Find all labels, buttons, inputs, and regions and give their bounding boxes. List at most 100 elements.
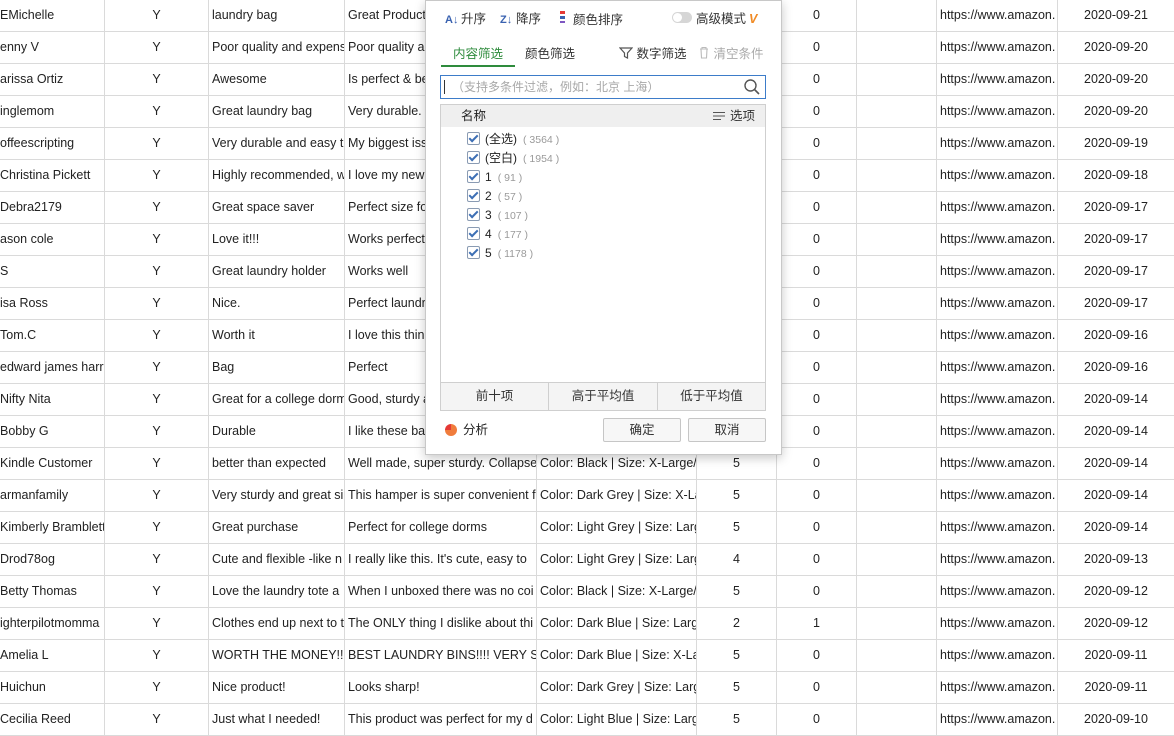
table-cell[interactable]: Y [105,576,209,607]
checkbox-checked-icon[interactable] [467,151,480,164]
table-cell[interactable]: 0 [777,320,857,351]
ok-button[interactable]: 确定 [603,418,681,442]
table-cell[interactable] [857,128,937,159]
table-cell[interactable]: Color: Black | Size: X-Large/ [537,576,697,607]
table-cell[interactable]: Worth it [209,320,345,351]
table-cell[interactable]: Nice product! [209,672,345,703]
table-row[interactable]: Amelia L Y WORTH THE MONEY!!! BEST LAUNDRY … [0,640,1174,672]
table-cell[interactable]: Color: Light Grey | Size: Larg [537,512,697,543]
table-cell[interactable]: Love the laundry tote a [209,576,345,607]
table-cell[interactable]: Color: Light Grey | Size: Larg [537,544,697,575]
table-cell[interactable] [857,320,937,351]
table-cell[interactable]: 0 [777,0,857,31]
table-cell[interactable] [857,64,937,95]
table-cell[interactable] [857,416,937,447]
table-cell[interactable]: 5 [697,512,777,543]
table-cell[interactable]: Looks sharp! [345,672,537,703]
table-cell[interactable]: ighterpilotmomma [0,608,105,639]
table-cell[interactable]: Y [105,704,209,735]
table-cell[interactable]: Christina Pickett [0,160,105,191]
table-cell[interactable]: Just what I needed! [209,704,345,735]
table-cell[interactable] [857,32,937,63]
table-cell[interactable] [857,448,937,479]
table-cell[interactable] [857,96,937,127]
table-cell[interactable]: 2020-09-14 [1058,480,1174,511]
search-icon[interactable] [743,78,761,96]
table-cell[interactable]: 2020-09-16 [1058,320,1174,351]
table-cell[interactable]: Drod78og [0,544,105,575]
table-cell[interactable]: 2020-09-14 [1058,448,1174,479]
table-cell[interactable]: 2020-09-13 [1058,544,1174,575]
table-cell[interactable]: Betty Thomas [0,576,105,607]
table-cell[interactable]: https://www.amazon. [937,96,1058,127]
table-cell[interactable]: 2020-09-20 [1058,96,1174,127]
table-row[interactable]: Drod78og Y Cute and flexible -like nI real… [0,544,1174,576]
filter-list-item[interactable]: 2 ( 57 ) [467,187,522,206]
table-cell[interactable]: Very sturdy and great si [209,480,345,511]
table-cell[interactable]: Highly recommended, w [209,160,345,191]
filter-list-item[interactable]: (全选) ( 3564 ) [467,130,559,149]
table-cell[interactable]: https://www.amazon. [937,32,1058,63]
table-cell[interactable]: 0 [777,448,857,479]
table-cell[interactable]: Y [105,640,209,671]
color-sort-button[interactable]: 颜色排序 [559,10,623,28]
table-cell[interactable]: Poor quality and expens [209,32,345,63]
table-cell[interactable]: 5 [697,672,777,703]
filter-list-item[interactable]: 5 ( 1178 ) [467,244,533,263]
table-cell[interactable]: https://www.amazon. [937,320,1058,351]
table-cell[interactable]: Great laundry bag [209,96,345,127]
table-row[interactable]: armanfamily Y Very sturdy and great si This… [0,480,1174,512]
table-cell[interactable]: 0 [777,384,857,415]
table-cell[interactable]: 0 [777,64,857,95]
table-cell[interactable]: inglemom [0,96,105,127]
list-options-button[interactable]: 选项 [712,105,755,128]
table-cell[interactable]: Y [105,320,209,351]
table-cell[interactable]: arissa Ortiz [0,64,105,95]
table-cell[interactable]: https://www.amazon. [937,640,1058,671]
table-cell[interactable]: laundry bag [209,0,345,31]
table-cell[interactable]: 0 [777,128,857,159]
table-cell[interactable]: https://www.amazon. [937,352,1058,383]
table-cell[interactable]: 2020-09-11 [1058,640,1174,671]
table-cell[interactable]: 2020-09-19 [1058,128,1174,159]
table-cell[interactable]: Perfect for college dorms [345,512,537,543]
table-cell[interactable]: edward james harris [0,352,105,383]
table-cell[interactable]: Nifty Nita [0,384,105,415]
table-cell[interactable]: https://www.amazon. [937,672,1058,703]
table-cell[interactable]: isa Ross [0,288,105,319]
table-cell[interactable]: I really like this. It's cute, easy to [345,544,537,575]
table-cell[interactable]: 2020-09-12 [1058,576,1174,607]
table-cell[interactable]: https://www.amazon. [937,544,1058,575]
table-cell[interactable]: Clothes end up next to t [209,608,345,639]
table-cell[interactable]: 0 [777,192,857,223]
table-cell[interactable]: 0 [777,512,857,543]
table-cell[interactable]: 2020-09-21 [1058,0,1174,31]
table-cell[interactable]: https://www.amazon. [937,256,1058,287]
advanced-mode-toggle[interactable] [672,12,692,23]
table-cell[interactable]: 5 [697,576,777,607]
table-cell[interactable]: Y [105,96,209,127]
table-cell[interactable]: S [0,256,105,287]
table-cell[interactable]: 2020-09-17 [1058,256,1174,287]
cancel-button[interactable]: 取消 [688,418,766,442]
table-row[interactable]: Kimberly Bramblett Y Great purchase Perfect… [0,512,1174,544]
table-cell[interactable]: 4 [697,544,777,575]
table-cell[interactable]: Y [105,288,209,319]
table-cell[interactable]: 5 [697,704,777,735]
table-cell[interactable]: Y [105,480,209,511]
table-cell[interactable] [857,608,937,639]
top-ten-button[interactable]: 前十项 [441,383,549,410]
table-cell[interactable]: Awesome [209,64,345,95]
table-cell[interactable]: 0 [777,288,857,319]
table-cell[interactable]: Bobby G [0,416,105,447]
table-cell[interactable]: Kimberly Bramblett [0,512,105,543]
table-cell[interactable] [857,192,937,223]
filter-search-input[interactable]: （支持多条件过滤，例如：北京 上海） [440,75,766,99]
table-cell[interactable]: 0 [777,256,857,287]
table-cell[interactable]: 2020-09-14 [1058,384,1174,415]
filter-list-item[interactable]: 4 ( 177 ) [467,225,528,244]
table-cell[interactable]: https://www.amazon. [937,480,1058,511]
table-cell[interactable]: Love it!!! [209,224,345,255]
table-cell[interactable]: BEST LAUNDRY BINS!!!! VERY SA [345,640,537,671]
table-cell[interactable]: Durable [209,416,345,447]
